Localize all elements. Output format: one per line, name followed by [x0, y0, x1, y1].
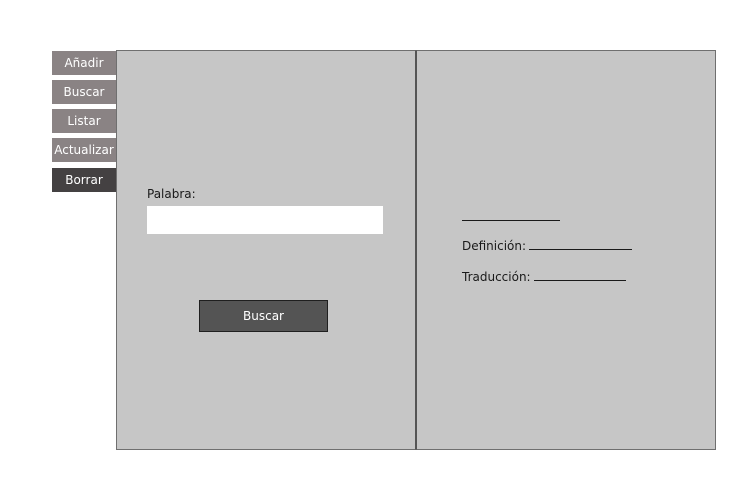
sidebar-item-borrar[interactable]: Borrar: [52, 168, 116, 192]
search-panel: Palabra: Buscar: [116, 50, 416, 450]
definition-label: Definición:: [462, 239, 527, 253]
translation-blank: [533, 280, 626, 281]
sidebar-item-buscar[interactable]: Buscar: [52, 80, 116, 104]
translation-label: Traducción:: [462, 270, 531, 284]
sidebar-item-actualizar[interactable]: Actualizar: [52, 138, 116, 162]
definition-row: Definición:: [462, 239, 633, 253]
word-input[interactable]: [147, 206, 383, 234]
definition-blank: [529, 249, 633, 250]
result-word-blank: [462, 220, 560, 221]
search-button[interactable]: Buscar: [199, 300, 328, 332]
sidebar-item-anadir[interactable]: Añadir: [52, 51, 116, 75]
translation-row: Traducción:: [462, 270, 626, 284]
word-label: Palabra:: [147, 187, 196, 201]
sidebar-item-listar[interactable]: Listar: [52, 109, 116, 133]
result-panel: Definición: Traducción:: [416, 50, 716, 450]
